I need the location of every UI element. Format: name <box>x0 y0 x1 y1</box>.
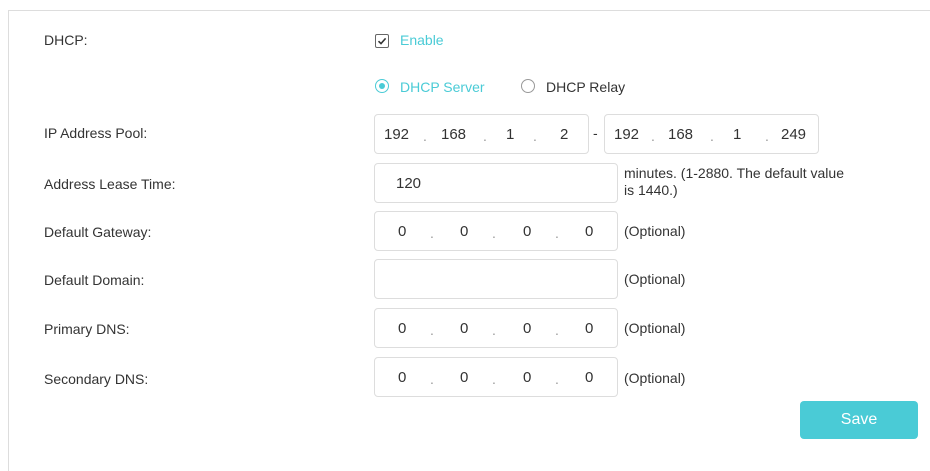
primary-dns-input[interactable]: 0 . 0 . 0 . 0 <box>374 308 618 348</box>
dhcp-server-label[interactable]: DHCP Server <box>400 78 485 96</box>
ip-dot: . <box>492 371 496 387</box>
dhcp-enable-label[interactable]: Enable <box>400 31 444 49</box>
lease-time-note-line2: is 1440.) <box>624 182 678 198</box>
ip-dot: . <box>555 371 559 387</box>
ip-octet: 0 <box>523 223 532 240</box>
ip-octet: 0 <box>460 369 469 386</box>
dhcp-enable-checkbox[interactable] <box>375 34 389 48</box>
ip-dot: . <box>430 225 434 241</box>
ip-dot: . <box>555 225 559 241</box>
dhcp-relay-label[interactable]: DHCP Relay <box>546 78 625 96</box>
ip-pool-label: IP Address Pool: <box>44 125 148 141</box>
ip-octet: 2 <box>560 126 569 143</box>
ip-dot: . <box>492 225 496 241</box>
ip-octet: 249 <box>781 126 807 143</box>
default-domain-note: (Optional) <box>624 271 686 287</box>
ip-dot: . <box>483 128 487 144</box>
ip-dot: . <box>765 128 769 144</box>
ip-octet: 1 <box>506 126 515 143</box>
ip-octet: 192 <box>614 126 640 143</box>
secondary-dns-label: Secondary DNS: <box>44 371 149 387</box>
save-button[interactable]: Save <box>800 401 918 439</box>
default-gateway-note: (Optional) <box>624 223 686 239</box>
ip-octet: 0 <box>398 369 407 386</box>
ip-dot: . <box>430 322 434 338</box>
ip-dot: . <box>710 128 714 144</box>
ip-octet: 0 <box>585 320 594 337</box>
ip-octet: 168 <box>441 126 467 143</box>
ip-dot: . <box>423 128 427 144</box>
lease-time-note-line1: minutes. (1-2880. The default value <box>624 165 844 181</box>
ip-octet: 0 <box>398 223 407 240</box>
ip-octet: 0 <box>523 369 532 386</box>
dhcp-relay-radio[interactable] <box>521 79 535 93</box>
ip-dot: . <box>430 371 434 387</box>
secondary-dns-note: (Optional) <box>624 370 686 386</box>
ip-octet: 0 <box>585 223 594 240</box>
ip-octet: 168 <box>668 126 694 143</box>
dhcp-label: DHCP: <box>44 32 88 48</box>
lease-time-input[interactable]: 120 <box>374 163 618 203</box>
dhcp-server-radio[interactable] <box>375 79 389 93</box>
default-domain-label: Default Domain: <box>44 272 145 288</box>
primary-dns-label: Primary DNS: <box>44 321 130 337</box>
ip-octet: 0 <box>460 223 469 240</box>
ip-octet: 1 <box>733 126 742 143</box>
ip-dot: . <box>492 322 496 338</box>
primary-dns-note: (Optional) <box>624 320 686 336</box>
lease-time-value: 120 <box>396 175 422 192</box>
default-gateway-label: Default Gateway: <box>44 224 152 240</box>
ip-dot: . <box>533 128 537 144</box>
ip-octet: 0 <box>460 320 469 337</box>
ip-dot: . <box>651 128 655 144</box>
lease-time-label: Address Lease Time: <box>44 176 176 192</box>
default-gateway-input[interactable]: 0 . 0 . 0 . 0 <box>374 211 618 251</box>
ip-octet: 0 <box>398 320 407 337</box>
default-domain-input[interactable] <box>374 259 618 299</box>
ip-octet: 0 <box>523 320 532 337</box>
ip-octet: 192 <box>384 126 410 143</box>
secondary-dns-input[interactable]: 0 . 0 . 0 . 0 <box>374 357 618 397</box>
ip-pool-separator: - <box>593 125 598 141</box>
ip-pool-end-input[interactable]: 192 . 168 . 1 . 249 <box>604 114 819 154</box>
ip-octet: 0 <box>585 369 594 386</box>
ip-dot: . <box>555 322 559 338</box>
checkmark-icon <box>377 37 387 45</box>
ip-pool-start-input[interactable]: 192 . 168 . 1 . 2 <box>374 114 589 154</box>
